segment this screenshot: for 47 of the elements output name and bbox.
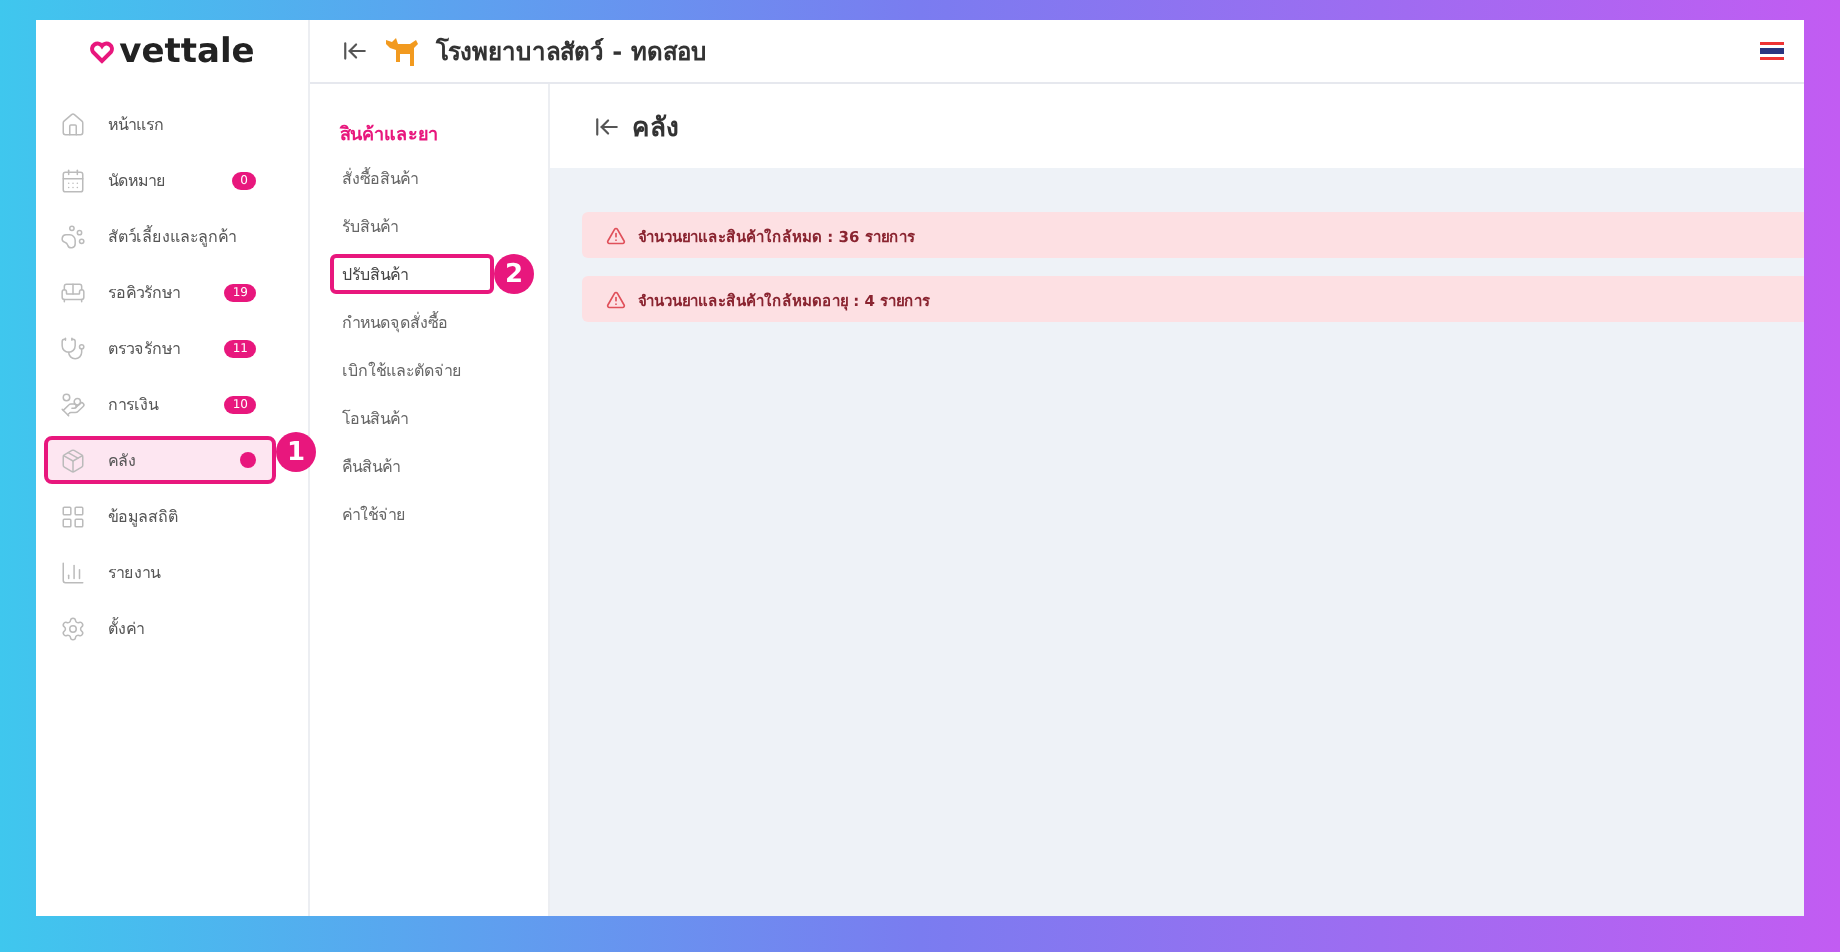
flag-icon[interactable] [1760,42,1784,60]
submenu-item[interactable]: คืนสินค้า [330,446,494,486]
submenu-item[interactable]: รับสินค้า [330,206,494,246]
page-title: คลัง [632,111,678,147]
settings-icon [60,615,86,641]
collapse-icon[interactable] [594,113,620,139]
sidebar-item[interactable]: รายงาน [44,548,276,596]
sofa-icon [60,279,86,305]
sidebar-label: สัตว์เลี้ยงและลูกค้า [108,223,238,249]
grid-icon [60,503,86,529]
submenu-item[interactable]: เบิกใช้และตัดจ่าย [330,350,494,390]
calendar-icon [60,167,86,193]
stethoscope-icon [60,335,86,361]
sidebar-label: รอคิวรักษา [108,281,182,305]
submenu-item[interactable]: โอนสินค้า [330,398,494,438]
sidebar-label: การเงิน [108,393,161,417]
sidebar-item[interactable]: สัตว์เลี้ยงและลูกค้า [44,212,276,260]
clinic-name: โรงพยาบาลสัตว์ - ทดสอบ [436,35,707,70]
logo-text: vettale [119,32,255,72]
warning-icon [606,225,626,245]
house-icon [60,111,86,137]
sidebar-label: รายงาน [108,561,163,585]
package-icon [60,447,86,473]
submenu-item[interactable]: สั่งซื้อสินค้า [330,158,494,198]
sidebar-label: ตรวจรักษา [108,337,182,361]
submenu-item[interactable]: ค่าใช้จ่าย [330,494,494,534]
submenu-title: สินค้าและยา [337,122,440,150]
collapse-icon[interactable] [342,38,368,64]
sidebar-label: หน้าแรก [108,113,166,137]
warning-icon [606,289,626,309]
sidebar-item[interactable]: คลัง [44,436,276,484]
sidebar-item[interactable]: ข้อมูลสถิติ [44,492,276,540]
sidebar-label: ตั้งค่า [108,615,146,641]
sidebar-label: นัดหมาย [108,169,168,193]
bar-chart-icon [60,559,86,585]
sidebar-label: คลัง [108,449,138,473]
dog-icon [384,35,420,67]
sidebar-item[interactable]: หน้าแรก [44,100,276,148]
heart-logo-icon [89,40,114,64]
submenu-item[interactable]: กำหนดจุดสั่งซื้อ [330,302,494,342]
submenu-item[interactable]: ปรับสินค้า [330,254,494,294]
sidebar-label: ข้อมูลสถิติ [108,505,180,529]
paw-icon [60,223,86,249]
callout-number: 2 [494,254,534,294]
hand-coins-icon [60,391,86,417]
sidebar-item[interactable]: ตั้งค่า [44,604,276,652]
callout-number: 1 [276,432,316,472]
